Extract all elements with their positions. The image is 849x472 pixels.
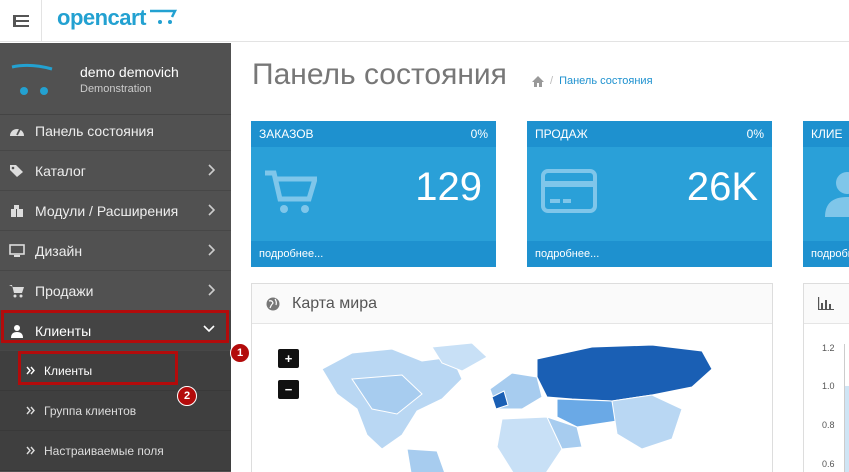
desktop-icon	[9, 243, 25, 257]
tile-more-link[interactable]: подробнее...	[527, 241, 772, 267]
home-icon[interactable]	[532, 75, 544, 87]
hamburger-menu-icon	[12, 15, 29, 27]
highlight-box-customers	[1, 310, 229, 343]
chart-bar	[845, 386, 849, 472]
sidebar-item-dashboard[interactable]: Панель состояния	[0, 111, 231, 151]
top-header: opencart	[0, 0, 849, 42]
tile-title: ПРОДАЖ	[535, 127, 588, 141]
chart-panel: 1.2 1.0 0.8 0.6	[803, 283, 849, 472]
double-chevron-right-icon	[26, 406, 35, 415]
breadcrumb: / Панель состояния	[532, 75, 653, 87]
sidebar-item-modules[interactable]: Модули / Расширения	[0, 191, 231, 231]
sidebar-subitem-label: Настраиваемые поля	[44, 443, 164, 458]
tile-body: 26K	[527, 147, 772, 241]
tile-more-link[interactable]: подробнее...	[251, 241, 496, 267]
menu-toggle-button[interactable]	[0, 0, 42, 42]
chart-ytick: 1.2	[822, 343, 835, 353]
highlight-box-customers-sub	[18, 351, 178, 385]
panel-title: Карта мира	[292, 294, 377, 312]
tile-customers: КЛИЕ подробне	[803, 121, 849, 267]
page-title: Панель состояния	[252, 58, 507, 91]
sidebar-item-label: Модули / Расширения	[35, 202, 179, 219]
sidebar-subitem-custom-fields[interactable]: Настраиваемые поля	[0, 431, 231, 471]
tile-percent: 0%	[470, 127, 488, 141]
annotation-badge-1: 1	[230, 343, 250, 363]
puzzle-icon	[11, 204, 23, 217]
opencart-avatar-icon	[11, 63, 53, 95]
tile-header: КЛИЕ	[803, 121, 849, 147]
sidebar-item-catalog[interactable]: Каталог	[0, 151, 231, 191]
profile-role: Demonstration	[80, 83, 152, 95]
chart-ytick: 1.0	[822, 381, 835, 391]
tile-sales: ПРОДАЖ 0% 26K подробнее...	[527, 121, 772, 267]
breadcrumb-separator: /	[550, 75, 554, 87]
tile-header: ЗАКАЗОВ 0%	[251, 121, 496, 147]
logo-text: opencart	[57, 5, 146, 30]
credit-card-icon	[541, 169, 597, 213]
cart-icon	[9, 284, 24, 297]
chevron-right-icon	[208, 284, 215, 296]
sidebar: demo demovich Demonstration Панель состо…	[0, 43, 231, 472]
tile-body	[803, 147, 849, 241]
chart-ytick: 0.8	[822, 420, 835, 430]
map-zoom-in-button[interactable]: +	[278, 349, 299, 368]
breadcrumb-link-dashboard[interactable]: Панель состояния	[559, 75, 652, 87]
world-map-panel: Карта мира + −	[251, 283, 773, 472]
tile-title: КЛИЕ	[811, 127, 843, 141]
sidebar-subitem-label: Группа клиентов	[44, 403, 137, 418]
chevron-right-icon	[208, 244, 215, 256]
opencart-logo[interactable]: opencart	[57, 6, 178, 34]
tags-icon	[10, 164, 23, 177]
bar-chart-icon	[818, 297, 834, 310]
globe-icon	[266, 297, 280, 310]
world-map[interactable]	[312, 339, 772, 472]
user-icon	[825, 172, 849, 217]
tile-title: ЗАКАЗОВ	[259, 127, 314, 141]
tile-percent: 0%	[746, 127, 764, 141]
dashboard-icon	[10, 128, 24, 136]
map-zoom-out-button[interactable]: −	[278, 380, 299, 399]
chevron-right-icon	[208, 164, 215, 176]
sidebar-item-sales[interactable]: Продажи	[0, 271, 231, 311]
tile-body: 129	[251, 147, 496, 241]
chevron-right-icon	[208, 204, 215, 216]
double-chevron-right-icon	[26, 446, 35, 455]
sidebar-item-label: Панель состояния	[35, 122, 154, 139]
annotation-badge-2: 2	[177, 386, 197, 406]
panel-header	[804, 284, 849, 324]
tile-header: ПРОДАЖ 0%	[527, 121, 772, 147]
user-profile[interactable]: demo demovich Demonstration	[0, 43, 231, 115]
sidebar-item-design[interactable]: Дизайн	[0, 231, 231, 271]
tile-value: 129	[415, 165, 482, 209]
cart-icon	[265, 170, 317, 213]
logo-cart-icon	[149, 9, 177, 24]
profile-name: demo demovich	[80, 64, 179, 80]
chart-ytick: 0.6	[822, 459, 835, 469]
tile-more-link[interactable]: подробне	[803, 241, 849, 267]
tile-value: 26K	[686, 165, 758, 209]
sidebar-item-label: Каталог	[35, 162, 86, 179]
sidebar-item-label: Дизайн	[35, 242, 83, 259]
tile-orders: ЗАКАЗОВ 0% 129 подробнее...	[251, 121, 496, 267]
sidebar-item-label: Продажи	[35, 282, 94, 299]
panel-header: Карта мира	[252, 284, 772, 324]
